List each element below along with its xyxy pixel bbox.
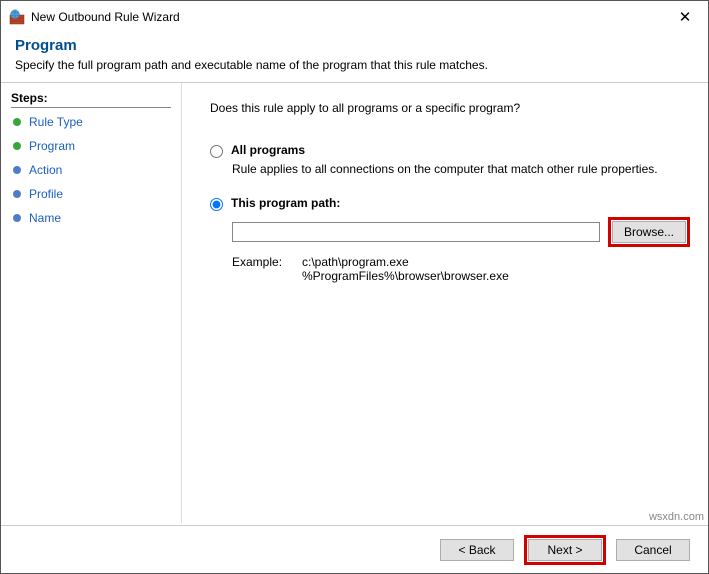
watermark: wsxdn.com	[649, 511, 704, 523]
step-link[interactable]: Action	[29, 163, 62, 177]
question-text: Does this rule apply to all programs or …	[210, 101, 690, 115]
wizard-body: Steps: Rule Type Program Action Profile …	[1, 83, 708, 523]
option-all-desc: Rule applies to all connections on the c…	[232, 162, 690, 176]
program-path-input[interactable]	[232, 222, 600, 242]
close-button[interactable]: ✕	[670, 8, 700, 26]
example-label: Example:	[232, 255, 302, 283]
step-name[interactable]: Name	[11, 206, 171, 230]
browse-highlight: Browse...	[608, 217, 690, 247]
cancel-button[interactable]: Cancel	[616, 539, 690, 561]
program-path-row: Browse...	[232, 217, 690, 247]
option-path-label: This program path:	[231, 196, 340, 210]
page-title: Program	[15, 37, 694, 54]
radio-program-path[interactable]	[210, 198, 223, 211]
example-text: c:\path\program.exe %ProgramFiles%\brows…	[302, 255, 509, 283]
step-link[interactable]: Name	[29, 211, 61, 225]
option-all-label: All programs	[231, 143, 305, 157]
option-program-path[interactable]: This program path:	[210, 196, 690, 211]
step-profile[interactable]: Profile	[11, 182, 171, 206]
next-highlight: Next >	[524, 535, 606, 565]
steps-sidebar: Steps: Rule Type Program Action Profile …	[1, 83, 181, 523]
bullet-icon	[13, 214, 21, 222]
wizard-header: Program Specify the full program path an…	[1, 31, 708, 82]
step-link[interactable]: Profile	[29, 187, 63, 201]
titlebar: New Outbound Rule Wizard ✕	[1, 1, 708, 31]
back-button[interactable]: < Back	[440, 539, 514, 561]
step-link[interactable]: Program	[29, 139, 75, 153]
step-action[interactable]: Action	[11, 158, 171, 182]
page-subtitle: Specify the full program path and execut…	[15, 58, 694, 72]
option-all-programs[interactable]: All programs	[210, 143, 690, 158]
steps-heading: Steps:	[11, 91, 171, 108]
wizard-content: Does this rule apply to all programs or …	[181, 83, 708, 523]
radio-all-programs[interactable]	[210, 145, 223, 158]
window-title: New Outbound Rule Wizard	[31, 10, 670, 24]
bullet-icon	[13, 166, 21, 174]
wizard-footer: < Back Next > Cancel	[1, 525, 708, 573]
step-link[interactable]: Rule Type	[29, 115, 83, 129]
step-program[interactable]: Program	[11, 134, 171, 158]
next-button[interactable]: Next >	[528, 539, 602, 561]
step-rule-type[interactable]: Rule Type	[11, 110, 171, 134]
firewall-icon	[9, 9, 25, 25]
bullet-icon	[13, 118, 21, 126]
browse-button[interactable]: Browse...	[612, 221, 686, 243]
bullet-icon	[13, 190, 21, 198]
bullet-icon	[13, 142, 21, 150]
example-row: Example: c:\path\program.exe %ProgramFil…	[232, 255, 690, 283]
